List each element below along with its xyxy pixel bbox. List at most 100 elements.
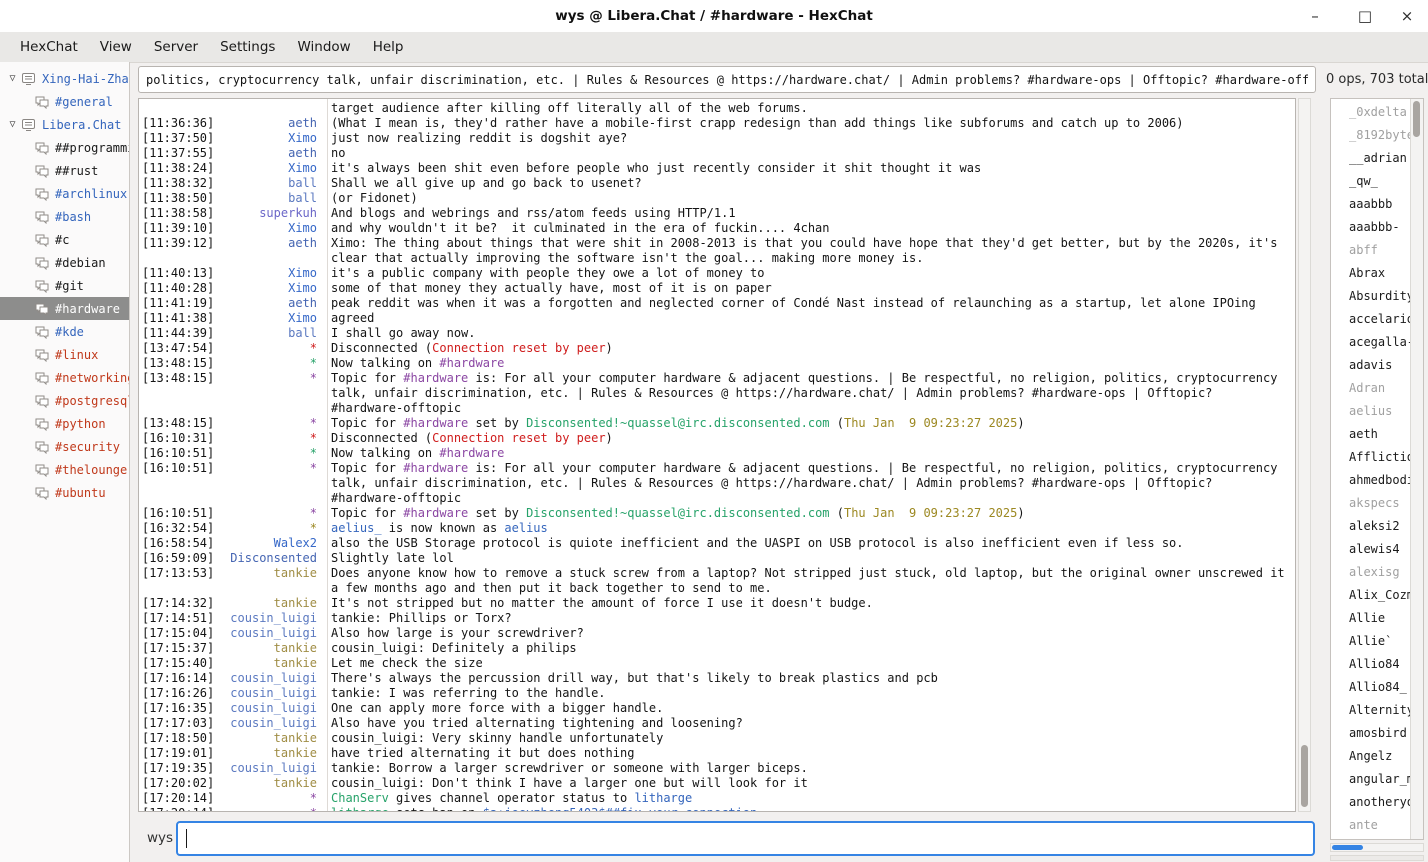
tree-row--ubuntu[interactable]: #ubuntu — [0, 481, 129, 504]
tree-row--hardware[interactable]: #hardware — [0, 297, 129, 320]
chat-line-meta: [11:40:28]Ximo — [139, 281, 323, 296]
tree-row--networking[interactable]: #networking — [0, 366, 129, 389]
chat-line: [17:15:37]tankiecousin_luigi: Definitely… — [139, 641, 1295, 656]
menu-item-hexchat[interactable]: HexChat — [9, 33, 89, 62]
tree-row-libera-chat[interactable]: ▽Libera.Chat — [0, 113, 129, 136]
chat-message: and why wouldn't it be? it culminated in… — [323, 221, 1295, 236]
chat-nick: tankie — [274, 566, 323, 596]
tree-row--git[interactable]: #git — [0, 274, 129, 297]
chat-line: [17:15:04]cousin_luigiAlso how large is … — [139, 626, 1295, 641]
chat-timestamp: [17:20:14] — [142, 791, 214, 806]
channel-icon — [34, 187, 55, 201]
chat-message: some of that money they actually have, m… — [323, 281, 1295, 296]
chat-scrollbar-thumb[interactable] — [1301, 745, 1308, 807]
title-bar: wys @ Libera.Chat / #hardware - HexChat … — [0, 0, 1428, 32]
chat-timestamp: [11:41:19] — [142, 296, 214, 311]
chat-line: [16:59:09]DisconsentedSlightly late lol — [139, 551, 1295, 566]
chat-nick: cousin_luigi — [230, 761, 323, 776]
user-list-hscrollbar[interactable] — [1330, 843, 1424, 852]
tree-row--general[interactable]: #general — [0, 90, 129, 113]
chat-timestamp: [17:16:35] — [142, 701, 214, 716]
chat-timestamp: [11:39:10] — [142, 221, 214, 236]
tree-row--archlinux[interactable]: #archlinux — [0, 182, 129, 205]
chat-scrollbar[interactable] — [1298, 98, 1311, 812]
chat-nick: * — [310, 446, 323, 461]
chat-message: Now talking on #hardware — [323, 356, 1295, 371]
tree-row-label: #linux — [55, 348, 98, 362]
chat-timestamp: [17:13:53] — [142, 566, 214, 596]
tree-row-label: #debian — [55, 256, 106, 270]
chat-line: [17:20:02]tankiecousin_luigi: Don't thin… — [139, 776, 1295, 791]
tree-row--thelounge[interactable]: #thelounge — [0, 458, 129, 481]
minimize-button[interactable]: – — [1298, 0, 1332, 32]
text-caret — [186, 829, 187, 848]
chat-text-segment: set by — [468, 416, 526, 430]
chat-line-meta: [11:41:19]aeth — [139, 296, 323, 311]
user-list-scrollbar[interactable] — [1410, 99, 1423, 839]
topic-input[interactable] — [138, 66, 1316, 93]
chat-nick: * — [310, 371, 323, 416]
chat-message: Ximo: The thing about things that were s… — [323, 236, 1295, 266]
chat-text-segment: Now talking on — [331, 356, 439, 370]
chat-line-meta: [11:37:55]aeth — [139, 146, 323, 161]
tree-row--linux[interactable]: #linux — [0, 343, 129, 366]
chat-message: Also how large is your screwdriver? — [323, 626, 1295, 641]
chat-line-meta: [11:38:58]superkuh — [139, 206, 323, 221]
tree-row--programming[interactable]: ##programming — [0, 136, 129, 159]
chat-line-meta: [17:14:51]cousin_luigi — [139, 611, 323, 626]
chat-timestamp: [11:37:50] — [142, 131, 214, 146]
channel-icon — [34, 440, 55, 454]
chat-line-meta: [17:20:14]* — [139, 806, 323, 812]
tree-row-xing-hai-zhan[interactable]: ▽Xing-Hai-Zhan — [0, 67, 129, 90]
chat-timestamp: [16:10:51] — [142, 461, 214, 506]
menu-item-view[interactable]: View — [89, 33, 143, 62]
tree-row--rust[interactable]: ##rust — [0, 159, 129, 182]
chat-nick: tankie — [274, 776, 323, 791]
tree-row--postgresql[interactable]: #postgresql — [0, 389, 129, 412]
chat-text-segment: Thu Jan 9 09:23:27 2025 — [844, 416, 1017, 430]
chat-timestamp: [11:38:50] — [142, 191, 214, 206]
channel-icon — [34, 371, 55, 385]
tree-row--python[interactable]: #python — [0, 412, 129, 435]
tree-row--debian[interactable]: #debian — [0, 251, 129, 274]
chat-line: [11:38:24]Ximoit's always been shit even… — [139, 161, 1295, 176]
tree-row--bash[interactable]: #bash — [0, 205, 129, 228]
nick-message-divider — [327, 99, 328, 811]
window-title: wys @ Libera.Chat / #hardware - HexChat — [0, 0, 1428, 32]
menu-item-settings[interactable]: Settings — [209, 33, 286, 62]
menu-item-server[interactable]: Server — [143, 33, 209, 62]
channel-icon — [34, 417, 55, 431]
tree-row--kde[interactable]: #kde — [0, 320, 129, 343]
menu-item-window[interactable]: Window — [286, 33, 361, 62]
maximize-button[interactable]: □ — [1348, 0, 1382, 32]
chat-message: also the USB Storage protocol is quiote … — [323, 536, 1295, 551]
chat-line: [17:19:35]cousin_luigitankie: Borrow a l… — [139, 761, 1295, 776]
chat-nick: * — [310, 806, 323, 812]
user-list-scrollbar-thumb[interactable] — [1413, 101, 1420, 137]
chat-text-segment: gives channel operator status to — [389, 791, 635, 805]
channel-icon — [34, 141, 55, 155]
chat-nick: aeth — [288, 146, 323, 161]
chat-nick: superkuh — [259, 206, 323, 221]
tree-row--security[interactable]: #security — [0, 435, 129, 458]
chat-text-segment: Also how large is your screwdriver? — [331, 626, 584, 640]
tree-row-label: #bash — [55, 210, 91, 224]
chat-line-meta: [13:47:54]* — [139, 341, 323, 356]
message-input[interactable] — [176, 821, 1315, 856]
chat-timestamp: [13:48:15] — [142, 416, 214, 431]
chat-line: [17:16:35]cousin_luigiOne can apply more… — [139, 701, 1295, 716]
tree-row--c[interactable]: #c — [0, 228, 129, 251]
chat-message: cousin_luigi: Don't think I have a large… — [323, 776, 1295, 791]
chat-line: [11:44:39]ballI shall go away now. — [139, 326, 1295, 341]
menu-item-help[interactable]: Help — [362, 33, 415, 62]
chat-line: [11:40:28]Ximosome of that money they ac… — [139, 281, 1295, 296]
chat-line: [16:10:51]*Topic for #hardware set by Di… — [139, 506, 1295, 521]
close-button[interactable]: × — [1390, 0, 1424, 32]
chat-line: [17:15:40]tankieLet me check the size — [139, 656, 1295, 671]
chat-nick: tankie — [274, 746, 323, 761]
chat-timestamp: [17:18:50] — [142, 731, 214, 746]
chat-nick: Ximo — [288, 266, 323, 281]
tree-row-label: #c — [55, 233, 69, 247]
user-list-hscrollbar-thumb[interactable] — [1332, 845, 1363, 850]
chat-line-meta: [11:39:10]Ximo — [139, 221, 323, 236]
